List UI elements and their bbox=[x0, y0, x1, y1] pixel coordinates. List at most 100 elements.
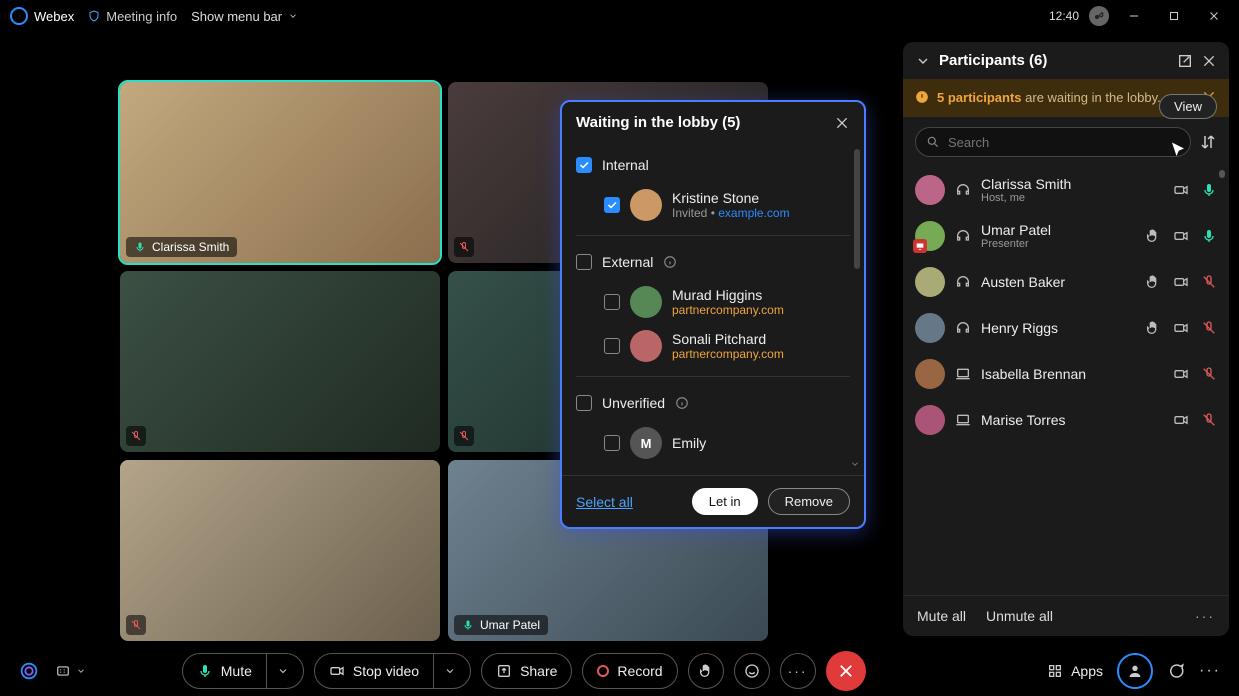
raise-hand-button[interactable] bbox=[688, 653, 724, 689]
cc-button[interactable] bbox=[54, 664, 86, 678]
titlebar: Webex Meeting info Show menu bar 12:40 bbox=[0, 0, 1239, 32]
lobby-entry-domain: partnercompany.com bbox=[672, 303, 784, 317]
chevron-down-icon[interactable] bbox=[850, 459, 860, 469]
participant-row[interactable]: Marise Torres bbox=[915, 397, 1217, 443]
chevron-down-icon bbox=[444, 665, 456, 677]
participant-row[interactable]: Clarissa Smith Host, me bbox=[915, 167, 1217, 213]
end-call-button[interactable] bbox=[826, 651, 866, 691]
scrollbar-thumb[interactable] bbox=[854, 149, 860, 269]
mute-options-button[interactable] bbox=[266, 654, 299, 688]
participant-list: Clarissa Smith Host, me Umar bbox=[903, 167, 1229, 595]
avatar bbox=[915, 267, 945, 297]
participant-row[interactable]: Austen Baker bbox=[915, 259, 1217, 305]
mic-off-icon bbox=[1201, 366, 1217, 382]
chat-icon[interactable] bbox=[1167, 662, 1185, 680]
video-tile[interactable] bbox=[120, 271, 440, 452]
participant-row[interactable]: Henry Riggs bbox=[915, 305, 1217, 351]
checkbox[interactable] bbox=[576, 157, 592, 173]
lobby-group-external[interactable]: External bbox=[576, 244, 850, 280]
lobby-entry[interactable]: M Emily bbox=[576, 421, 850, 465]
window-maximize-button[interactable] bbox=[1159, 4, 1189, 28]
camera-icon bbox=[1173, 274, 1189, 290]
video-options-button[interactable] bbox=[433, 654, 466, 688]
participants-panel: Participants (6) 5 participants are wait… bbox=[903, 42, 1229, 636]
banner-view-button[interactable]: View bbox=[1159, 94, 1217, 119]
participant-row[interactable]: Isabella Brennan bbox=[915, 351, 1217, 397]
info-icon[interactable] bbox=[663, 255, 677, 269]
stop-video-button[interactable]: Stop video bbox=[314, 653, 471, 689]
remove-button[interactable]: Remove bbox=[768, 488, 850, 515]
more-controls-button[interactable]: ··· bbox=[780, 653, 816, 689]
headset-icon bbox=[955, 182, 971, 198]
checkbox[interactable] bbox=[604, 197, 620, 213]
participants-more-button[interactable]: ··· bbox=[1195, 608, 1215, 624]
info-icon[interactable] bbox=[675, 396, 689, 410]
lobby-entry-domain: example.com bbox=[718, 206, 789, 220]
checkbox[interactable] bbox=[576, 395, 592, 411]
video-tile[interactable]: Clarissa Smith bbox=[120, 82, 440, 263]
apps-button[interactable]: Apps bbox=[1047, 663, 1103, 679]
checkbox[interactable] bbox=[604, 338, 620, 354]
lobby-entry[interactable]: Sonali Pitchard partnercompany.com bbox=[576, 324, 850, 368]
headset-icon bbox=[955, 274, 971, 290]
sort-icon[interactable] bbox=[1199, 133, 1217, 151]
mic-off-icon bbox=[1201, 412, 1217, 428]
mic-on-icon bbox=[462, 619, 474, 631]
stop-video-label: Stop video bbox=[353, 663, 419, 679]
more-button[interactable]: ··· bbox=[1199, 662, 1221, 680]
mic-off-icon bbox=[1201, 320, 1217, 336]
tile-name-chip: Umar Patel bbox=[454, 615, 548, 635]
participants-toggle-button[interactable] bbox=[1117, 653, 1153, 689]
raised-hand-icon bbox=[698, 663, 714, 679]
banner-rest: are waiting in the lobby. bbox=[1022, 90, 1161, 105]
close-icon[interactable] bbox=[1201, 53, 1217, 69]
bottom-control-bar: Mute Stop video Share Record ··· bbox=[0, 646, 1239, 696]
avatar bbox=[915, 359, 945, 389]
avatar bbox=[915, 175, 945, 205]
share-icon bbox=[496, 663, 512, 679]
close-icon[interactable] bbox=[834, 115, 850, 131]
participant-row[interactable]: Umar Patel Presenter bbox=[915, 213, 1217, 259]
checkbox[interactable] bbox=[604, 294, 620, 310]
lobby-entry[interactable]: Kristine Stone Invited • example.com bbox=[576, 183, 850, 227]
mute-all-button[interactable]: Mute all bbox=[917, 608, 966, 624]
let-in-button[interactable]: Let in bbox=[692, 488, 758, 515]
record-button[interactable]: Record bbox=[582, 653, 677, 689]
shield-icon bbox=[88, 9, 100, 23]
checkbox[interactable] bbox=[576, 254, 592, 270]
alert-icon bbox=[915, 90, 929, 104]
avatar bbox=[630, 286, 662, 318]
scrollbar-thumb[interactable] bbox=[1219, 170, 1225, 178]
lobby-group-unverified[interactable]: Unverified bbox=[576, 385, 850, 421]
share-button[interactable]: Share bbox=[481, 653, 572, 689]
camera-icon bbox=[1173, 228, 1189, 244]
window-minimize-button[interactable] bbox=[1119, 4, 1149, 28]
select-all-link[interactable]: Select all bbox=[576, 494, 633, 510]
close-icon bbox=[837, 662, 855, 680]
mic-on-icon bbox=[134, 241, 146, 253]
show-menu-bar-button[interactable]: Show menu bar bbox=[191, 9, 298, 24]
reactions-button[interactable] bbox=[734, 653, 770, 689]
participant-search[interactable] bbox=[915, 127, 1191, 157]
lobby-group-internal[interactable]: Internal bbox=[576, 147, 850, 183]
app-logo: Webex bbox=[10, 7, 74, 25]
unmute-all-button[interactable]: Unmute all bbox=[986, 608, 1053, 624]
lobby-title: Waiting in the lobby (5) bbox=[576, 114, 740, 131]
share-label: Share bbox=[520, 663, 557, 679]
lobby-entry[interactable]: Murad Higgins partnercompany.com bbox=[576, 280, 850, 324]
app-name: Webex bbox=[34, 9, 74, 24]
video-tile[interactable] bbox=[120, 460, 440, 641]
participant-name: Umar Patel bbox=[981, 222, 1051, 238]
chevron-down-icon bbox=[288, 11, 298, 21]
chevron-down-icon[interactable] bbox=[915, 53, 931, 69]
search-input[interactable] bbox=[948, 135, 1180, 150]
assistant-ring-icon[interactable] bbox=[18, 660, 40, 682]
popout-icon[interactable] bbox=[1177, 53, 1193, 69]
lock-key-icon[interactable] bbox=[1089, 6, 1109, 26]
mute-button[interactable]: Mute bbox=[182, 653, 304, 689]
window-close-button[interactable] bbox=[1199, 4, 1229, 28]
meeting-info-button[interactable]: Meeting info bbox=[88, 9, 177, 24]
participants-title: Participants (6) bbox=[939, 52, 1047, 69]
checkbox[interactable] bbox=[604, 435, 620, 451]
camera-icon bbox=[1173, 412, 1189, 428]
